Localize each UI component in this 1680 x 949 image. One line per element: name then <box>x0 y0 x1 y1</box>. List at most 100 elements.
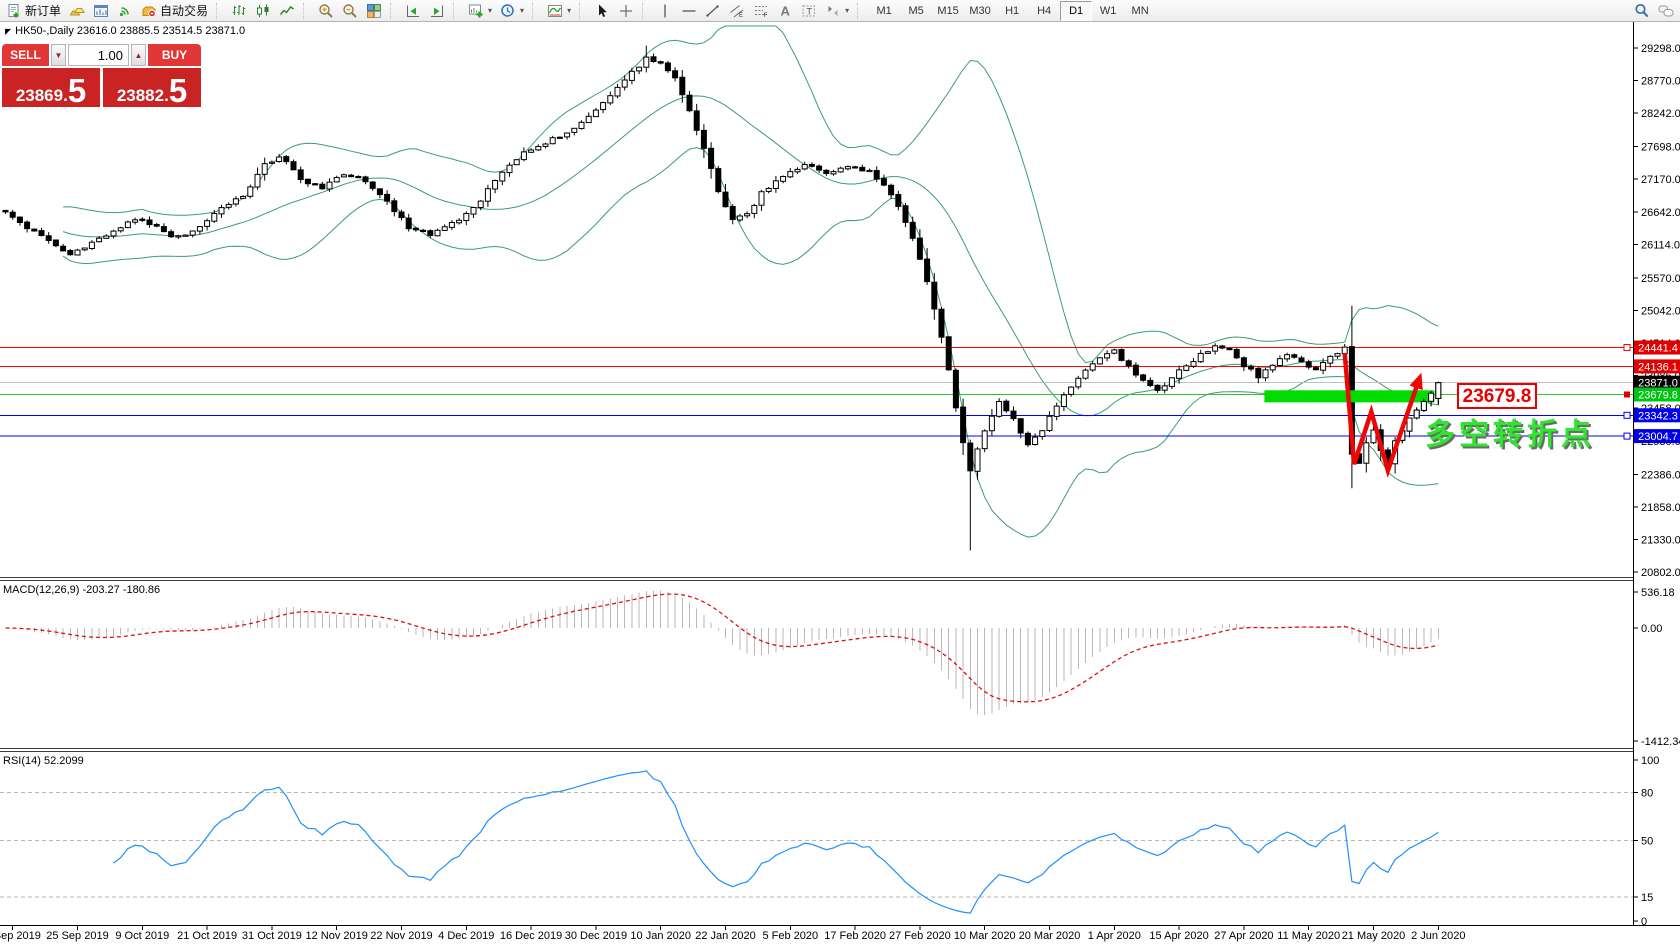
timeframe-button-m30[interactable]: M30 <box>964 1 996 21</box>
chart-shift-button[interactable] <box>425 0 449 22</box>
volume-up-button[interactable]: ▲ <box>131 44 146 66</box>
new-order-button[interactable]: 新订单 <box>2 0 65 22</box>
timeframe-button-m1[interactable]: M1 <box>868 1 900 21</box>
svg-text:21 May 2020: 21 May 2020 <box>1342 930 1406 942</box>
arrows-button[interactable]: ▾ <box>821 0 853 22</box>
toolbar-separator <box>303 2 311 19</box>
trendline-button[interactable] <box>701 0 725 22</box>
chart-shift-icon <box>429 3 445 19</box>
vertical-line-button[interactable] <box>653 0 677 22</box>
sell-button[interactable]: SELL <box>2 44 49 66</box>
cn-text-annotation[interactable]: 多空转折点多空转折点 <box>1425 419 1597 454</box>
svg-text:23679.8: 23679.8 <box>1638 390 1678 402</box>
svg-text:20802.0: 20802.0 <box>1641 567 1680 579</box>
toolbar-separator <box>532 2 540 19</box>
crosshair-icon <box>618 3 634 19</box>
timeframe-button-h1[interactable]: H1 <box>996 1 1028 21</box>
sell-price-big-digit: 5 <box>67 72 87 110</box>
svg-text:T: T <box>807 6 813 16</box>
text-label-button[interactable]: T <box>797 0 821 22</box>
text-button[interactable]: A <box>773 0 797 22</box>
chevron-down-icon: ▾ <box>520 5 525 15</box>
rsi-label: RSI(14) 52.2099 <box>3 755 84 767</box>
cursor-icon <box>594 3 610 19</box>
timeframe-button-m15[interactable]: M15 <box>932 1 964 21</box>
svg-text:17 Feb 2020: 17 Feb 2020 <box>824 930 886 942</box>
chart-caption-text: HK50-,Daily 23616.0 23885.5 23514.5 2387… <box>15 25 246 37</box>
svg-text:536.18: 536.18 <box>1641 587 1675 599</box>
svg-text:10 Jan 2020: 10 Jan 2020 <box>630 930 691 942</box>
profiles-button[interactable]: ▾ <box>496 0 528 22</box>
volume-down-button[interactable]: ▼ <box>51 44 66 66</box>
chart-canvas[interactable]: 23679.8 多空转折点 多空转折点 MACD(12,26,9) -203.27 -… <box>0 0 1680 944</box>
horizontal-line-button[interactable] <box>677 0 701 22</box>
timeframe-button-h4[interactable]: H4 <box>1028 1 1060 21</box>
svg-text:9 Oct 2019: 9 Oct 2019 <box>115 930 169 942</box>
toolbar-right-group <box>1630 0 1678 22</box>
cursor-button[interactable] <box>590 0 614 22</box>
chart-background <box>0 22 1680 944</box>
search-icon <box>1634 3 1650 19</box>
indicators-button[interactable]: ▾ <box>543 0 575 22</box>
text-label-icon: T <box>801 3 817 19</box>
svg-text:21 Oct 2019: 21 Oct 2019 <box>177 930 237 942</box>
volume-input[interactable] <box>68 44 129 66</box>
svg-text:22 Jan 2020: 22 Jan 2020 <box>695 930 756 942</box>
svg-text:0.00: 0.00 <box>1641 623 1662 635</box>
chat-icon <box>1658 3 1674 19</box>
svg-text:22 Nov 2019: 22 Nov 2019 <box>370 930 432 942</box>
svg-text:E: E <box>739 13 743 19</box>
buy-price-button[interactable]: 23882. 5 <box>103 68 201 107</box>
timeframe-button-d1[interactable]: D1 <box>1060 0 1093 21</box>
new-order-button-label: 新订单 <box>25 4 62 18</box>
tile-windows-button[interactable] <box>362 0 386 22</box>
line-chart-button[interactable] <box>275 0 299 22</box>
svg-text:25 Sep 2019: 25 Sep 2019 <box>46 930 108 942</box>
market-watch-button[interactable] <box>89 0 113 22</box>
bar-chart-button[interactable] <box>227 0 251 22</box>
svg-text:F: F <box>764 12 768 19</box>
chevron-down-icon: ▾ <box>488 5 493 15</box>
search-button[interactable] <box>1630 0 1654 22</box>
svg-text:16 Dec 2019: 16 Dec 2019 <box>500 930 562 942</box>
one-click-top-row: SELL ▼ ▲ BUY <box>2 44 201 66</box>
bar-chart-icon <box>231 3 247 19</box>
buy-button[interactable]: BUY <box>148 44 201 66</box>
toolbar-separator <box>857 2 865 19</box>
profiles-icon <box>500 3 516 19</box>
svg-text:100: 100 <box>1641 755 1659 767</box>
chart-caption-arrow-icon: ◤ <box>5 26 12 36</box>
auto-scroll-button[interactable] <box>401 0 425 22</box>
horizontal-line-icon <box>681 3 697 19</box>
autotrading-button[interactable]: 自动交易 <box>137 0 212 22</box>
crosshair-button[interactable] <box>614 0 638 22</box>
timeframe-button-w1[interactable]: W1 <box>1092 1 1124 21</box>
toolbar: 新订单 自动交易 ▾ ▾ ▾ E F A T ▾ M1 M5 M15 M30 H1 H4 D1 W1 MN <box>0 0 1680 22</box>
new-chart-button[interactable]: ▾ <box>464 0 496 22</box>
svg-text:26642.0: 26642.0 <box>1641 207 1680 219</box>
candlestick-chart-button[interactable] <box>251 0 275 22</box>
sell-price-button[interactable]: 23869. 5 <box>2 68 100 107</box>
signals-icon <box>117 3 133 19</box>
fibonacci-button[interactable]: F <box>749 0 773 22</box>
svg-text:23679.8: 23679.8 <box>1463 386 1532 407</box>
svg-text:30 Dec 2019: 30 Dec 2019 <box>565 930 627 942</box>
gold-button[interactable] <box>65 0 89 22</box>
toolbar-separator <box>642 2 650 19</box>
price-tag-annotation[interactable]: 23679.8 <box>1457 383 1537 409</box>
chat-button[interactable] <box>1654 0 1678 22</box>
zoom-in-button[interactable] <box>314 0 338 22</box>
vertical-line-icon <box>657 3 673 19</box>
svg-text:25042.0: 25042.0 <box>1641 306 1680 318</box>
zoom-out-button[interactable] <box>338 0 362 22</box>
svg-text:-1412.34: -1412.34 <box>1641 736 1680 748</box>
svg-text:27698.0: 27698.0 <box>1641 142 1680 154</box>
channel-button[interactable]: E <box>725 0 749 22</box>
timeframe-button-mn[interactable]: MN <box>1124 1 1156 21</box>
svg-text:23342.3: 23342.3 <box>1638 410 1678 422</box>
svg-text:31 Oct 2019: 31 Oct 2019 <box>242 930 302 942</box>
svg-text:22386.0: 22386.0 <box>1641 469 1680 481</box>
signals-button[interactable] <box>113 0 137 22</box>
svg-text:25570.0: 25570.0 <box>1641 273 1680 285</box>
timeframe-button-m5[interactable]: M5 <box>900 1 932 21</box>
